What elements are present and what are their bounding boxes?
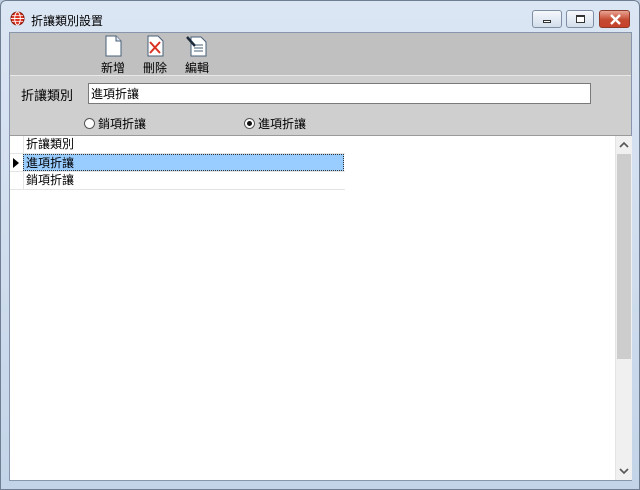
table-cell[interactable]: 銷項折讓 [23, 172, 344, 189]
new-document-icon [105, 35, 122, 57]
row-selector[interactable] [10, 136, 22, 153]
radio-purchase-label: 進項折讓 [258, 117, 307, 131]
radio-purchase-discount[interactable]: 進項折讓 [244, 115, 306, 132]
minimize-button[interactable] [532, 10, 562, 28]
current-row-arrow-icon [13, 158, 19, 168]
table-row[interactable]: 折讓類別 [10, 136, 345, 154]
scroll-up-icon[interactable] [616, 137, 632, 153]
client-area: 新增 刪除 編輯 折讓類別 進項折讓 銷項折讓 進項折讓 折讓類別 進項折讓 銷… [9, 32, 632, 481]
maximize-button[interactable] [566, 10, 594, 28]
table-cell[interactable]: 折讓類別 [23, 136, 344, 153]
edit-label: 編輯 [184, 61, 209, 75]
new-button[interactable]: 新增 [98, 35, 128, 76]
radio-sales-label: 銷項折讓 [98, 117, 147, 131]
edit-button[interactable]: 編輯 [182, 35, 212, 76]
delete-button[interactable]: 刪除 [140, 35, 170, 76]
radio-purchase-indicator [244, 118, 255, 129]
scrollbar-thumb[interactable] [617, 154, 631, 359]
vertical-scrollbar[interactable] [615, 136, 632, 480]
new-label: 新增 [100, 61, 125, 75]
edit-document-icon [186, 36, 207, 57]
grid-area: 折讓類別 進項折讓 銷項折讓 [10, 136, 632, 480]
app-window: 折讓類別設置 新增 刪除 編輯 折讓類別 進項折讓 銷項折讓 進項折讓 折讓類別… [0, 0, 640, 490]
table-cell[interactable]: 進項折讓 [23, 154, 344, 171]
delete-document-icon [147, 35, 164, 57]
delete-label: 刪除 [142, 61, 167, 75]
row-selector[interactable] [10, 154, 22, 171]
category-label: 折讓類別 [21, 89, 74, 104]
toolbar: 新增 刪除 編輯 [10, 33, 631, 75]
close-button[interactable] [599, 10, 630, 28]
app-globe-icon [10, 11, 25, 26]
category-input[interactable] [88, 83, 591, 104]
radio-sales-indicator [84, 118, 95, 129]
radio-sales-discount[interactable]: 銷項折讓 [84, 115, 146, 132]
table-row[interactable]: 進項折讓 [10, 154, 345, 172]
edit-panel: 折讓類別 銷項折讓 進項折讓 [10, 75, 631, 136]
window-title: 折讓類別設置 [31, 14, 104, 28]
title-bar[interactable]: 折讓類別設置 [1, 1, 639, 31]
category-grid: 折讓類別 進項折讓 銷項折讓 [10, 136, 345, 190]
close-icon [610, 14, 621, 25]
scroll-down-icon[interactable] [616, 463, 632, 479]
row-selector[interactable] [10, 172, 22, 189]
table-row[interactable]: 銷項折讓 [10, 172, 345, 190]
